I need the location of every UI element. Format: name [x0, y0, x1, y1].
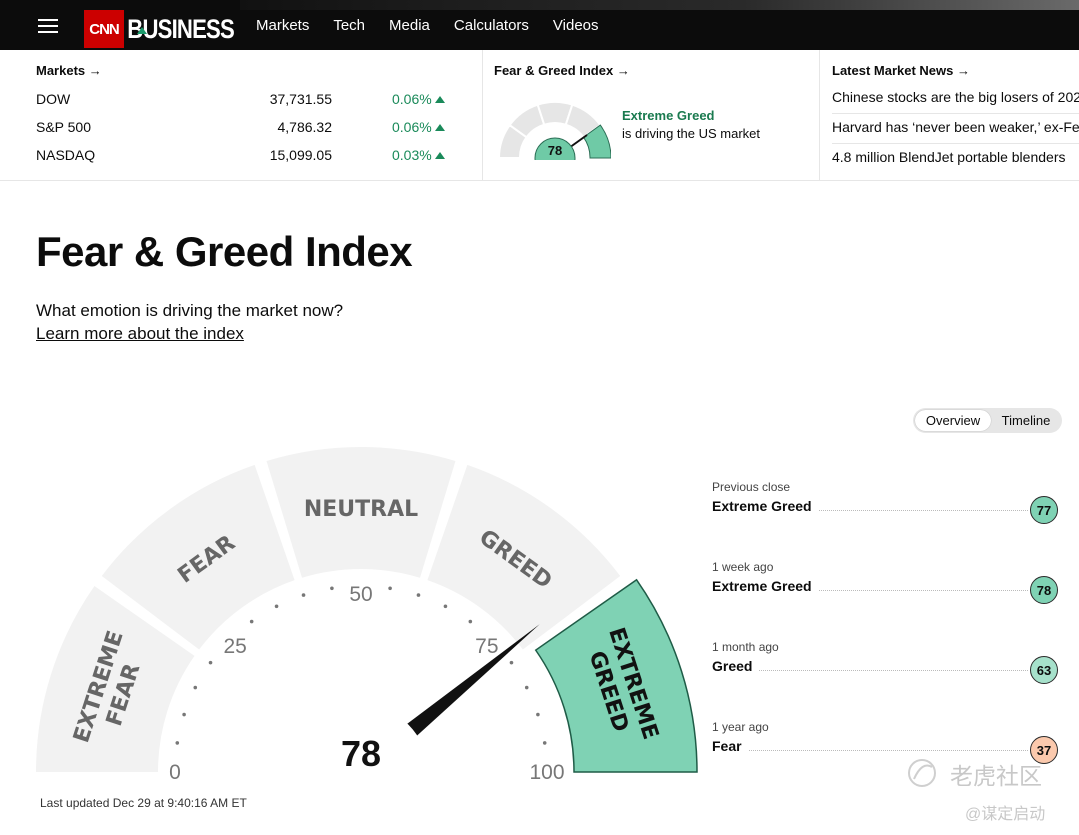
history-score-badge: 63 — [1030, 656, 1058, 684]
view-toggle: Overview Timeline — [913, 408, 1062, 433]
watermark-handle: @谋定启动 — [965, 806, 1046, 823]
nav-videos[interactable]: Videos — [553, 17, 599, 34]
gauge-tick-dot — [182, 712, 186, 717]
history-value: Extreme Greed — [712, 498, 818, 514]
watermark-text: 老虎社区 — [950, 763, 1042, 789]
top-navigation-bar: CNN BUSINESS Markets Tech Media Calculat… — [0, 0, 1079, 50]
history-label: Previous close — [712, 480, 791, 494]
cnn-logo[interactable]: CNN — [84, 10, 124, 48]
news-divider — [832, 143, 1079, 144]
market-value: 15,099.05 — [269, 147, 332, 163]
fear-greed-description: is driving the US market — [622, 126, 760, 141]
gauge-tick-dot — [330, 586, 334, 591]
up-arrow-icon — [434, 124, 445, 131]
fear-greed-widget[interactable]: Fear & Greed Index → 78 Extreme Greed is… — [483, 50, 820, 180]
market-value: 37,731.55 — [269, 91, 332, 107]
watermark-logo-icon — [908, 759, 936, 787]
main-nav: Markets Tech Media Calculators Videos — [256, 0, 599, 50]
history-previous-close: Previous close Extreme Greed 77 — [712, 480, 1062, 540]
history-1-week-ago: 1 week ago Extreme Greed 78 — [712, 560, 1062, 620]
history-score-badge: 77 — [1030, 496, 1058, 524]
gauge-tick-dot — [524, 685, 529, 690]
gauge-segment-label-neutral: NEUTRAL — [304, 497, 418, 522]
gauge-score: 78 — [341, 733, 381, 774]
history-score-badge: 78 — [1030, 576, 1058, 604]
gauge-tick-label: 50 — [349, 583, 372, 606]
gauge-tick-dot — [208, 660, 213, 665]
nav-tech[interactable]: Tech — [333, 17, 365, 34]
market-change-value: 0.06% — [392, 91, 432, 107]
market-row-nasdaq[interactable]: NASDAQ 15,099.05 0.03% — [36, 147, 456, 167]
history-label: 1 year ago — [712, 720, 769, 734]
gauge-tick-dot — [388, 586, 392, 591]
timeline-tab[interactable]: Timeline — [993, 410, 1059, 431]
gauge-tick-label: 100 — [529, 761, 564, 784]
up-arrow-icon — [434, 152, 445, 159]
history-value: Extreme Greed — [712, 578, 818, 594]
markets-strip: Markets → DOW 37,731.55 0.06% S&P 500 4,… — [0, 50, 1079, 181]
markets-column: Markets → DOW 37,731.55 0.06% S&P 500 4,… — [0, 50, 483, 180]
gauge-tick-dot — [175, 741, 180, 745]
history-dotted-line — [712, 750, 1028, 751]
page-title: Fear & Greed Index — [36, 228, 413, 275]
nav-calculators[interactable]: Calculators — [454, 17, 529, 34]
fear-greed-gauge: EXTREMEFEARFEARNEUTRALGREEDEXTREMEGREED … — [36, 447, 698, 790]
mini-gauge-score: 78 — [548, 143, 562, 158]
watermark-logo-ring — [908, 759, 936, 787]
mini-gauge: 78 — [499, 102, 611, 160]
gauge-tick-dot — [301, 593, 306, 597]
news-divider — [832, 113, 1079, 114]
history-1-month-ago: 1 month ago Greed 63 — [712, 640, 1062, 700]
page-subtitle: What emotion is driving the market now? — [36, 301, 344, 320]
news-item[interactable]: Harvard has ‘never been weaker,’ ex-Fed — [832, 119, 1079, 135]
market-change: 0.06% — [392, 119, 445, 135]
up-arrow-icon — [434, 96, 445, 103]
news-item[interactable]: 4.8 million BlendJet portable blenders — [832, 149, 1065, 165]
market-change-value: 0.03% — [392, 147, 432, 163]
gauge-tick-dot — [249, 619, 254, 624]
market-change: 0.06% — [392, 91, 445, 107]
market-name: NASDAQ — [36, 147, 96, 163]
gauge-tick-dot — [468, 619, 473, 624]
market-change: 0.03% — [392, 147, 445, 163]
gauge-tick-dot — [542, 741, 547, 745]
gauge-tick-label: 0 — [169, 761, 181, 784]
market-news-column: Latest Market News → Chinese stocks are … — [820, 50, 1079, 180]
last-updated-timestamp: Last updated Dec 29 at 9:40:16 AM ET — [40, 796, 247, 810]
fear-greed-title-link[interactable]: Fear & Greed Index → — [494, 63, 630, 78]
history-dotted-line — [712, 670, 1028, 671]
learn-more-link[interactable]: Learn more about the index — [36, 324, 244, 344]
market-value: 4,786.32 — [277, 119, 333, 135]
cnn-business-logo[interactable]: CNN BUSINESS — [84, 10, 258, 48]
markets-title-link[interactable]: Markets → — [36, 63, 102, 78]
gauge-tick-dot — [274, 604, 279, 609]
gauge-tick-dot — [193, 685, 198, 690]
news-item[interactable]: Chinese stocks are the big losers of 202… — [832, 89, 1079, 105]
history-label: 1 week ago — [712, 560, 774, 574]
logo-triangle-icon — [137, 27, 147, 34]
market-row-sp500[interactable]: S&P 500 4,786.32 0.06% — [36, 119, 456, 139]
hamburger-menu-icon[interactable] — [38, 19, 58, 33]
gauge-needle — [402, 624, 540, 740]
market-name: DOW — [36, 91, 71, 107]
nav-markets[interactable]: Markets — [256, 17, 309, 34]
history-value: Fear — [712, 738, 748, 754]
market-change-value: 0.06% — [392, 119, 432, 135]
gauge-tick-label: 25 — [223, 635, 246, 658]
news-title-link[interactable]: Latest Market News → — [832, 63, 970, 78]
fear-greed-status: Extreme Greed — [622, 108, 715, 123]
market-name: S&P 500 — [36, 119, 92, 135]
history-label: 1 month ago — [712, 640, 779, 654]
gauge-tick-label: 75 — [475, 635, 498, 658]
nav-media[interactable]: Media — [389, 17, 430, 34]
watermark-logo-stroke — [913, 764, 933, 780]
gauge-tick-dot — [443, 604, 448, 609]
gauge-tick-dot — [536, 712, 540, 717]
gauge-tick-dot — [416, 593, 421, 597]
overview-tab[interactable]: Overview — [915, 410, 991, 431]
history-value: Greed — [712, 658, 759, 674]
market-row-dow[interactable]: DOW 37,731.55 0.06% — [36, 91, 456, 111]
gauge-tick-dot — [509, 660, 514, 665]
